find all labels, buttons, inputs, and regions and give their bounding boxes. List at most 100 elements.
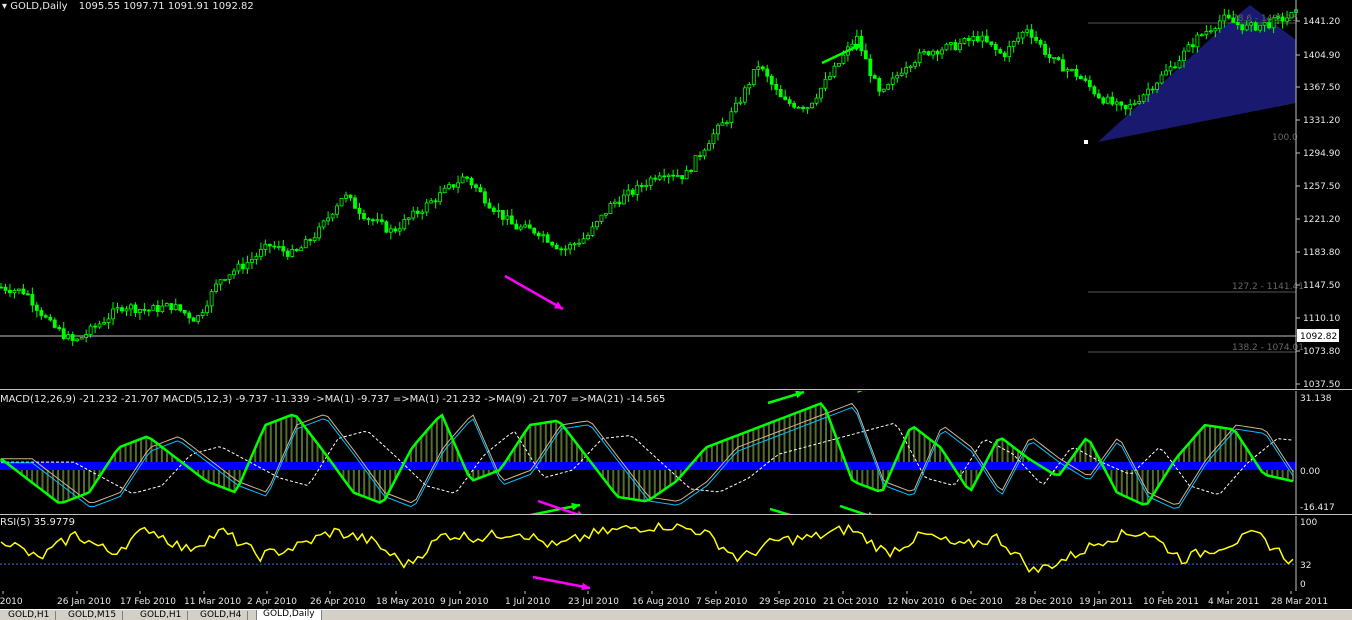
- candle-body: [344, 194, 348, 199]
- candle-body: [765, 68, 770, 77]
- candle-body: [52, 319, 57, 328]
- date-tick-label: 1 Jul 2010: [505, 597, 550, 607]
- date-tick-label: 10 Feb 2011: [1143, 597, 1199, 607]
- candle-body: [120, 307, 124, 312]
- candle-body: [935, 50, 940, 55]
- date-tick-label: 12 Nov 2010: [887, 597, 945, 607]
- candle-body: [178, 304, 183, 311]
- candle-body: [792, 103, 797, 108]
- pane-divider[interactable]: [0, 389, 1352, 390]
- candle-body: [1002, 52, 1007, 58]
- candle-body: [814, 97, 819, 104]
- candle-body: [747, 84, 752, 89]
- candle-body: [294, 249, 299, 252]
- macd-main-line: [0, 401, 1294, 506]
- candle-body: [1141, 94, 1146, 102]
- candle-body: [550, 241, 555, 246]
- candle-body: [111, 308, 115, 320]
- candle-body: [841, 54, 846, 64]
- candle-body: [689, 169, 693, 172]
- candle-body: [151, 305, 156, 311]
- candle-body: [438, 192, 443, 203]
- candle-body: [541, 234, 546, 237]
- date-tick-label: 28 Mar 2011: [1271, 597, 1328, 607]
- candle-body: [142, 308, 147, 311]
- date-tick-label: 26 Apr 2010: [310, 597, 366, 607]
- candle-body: [48, 316, 53, 321]
- candle-body: [66, 334, 71, 339]
- candle-body: [1155, 82, 1159, 90]
- candle-body: [863, 50, 868, 60]
- candle-body: [348, 194, 353, 199]
- candle-body: [276, 246, 281, 248]
- fib-anchor: [1084, 140, 1088, 144]
- candle-body: [138, 308, 142, 313]
- candle-body: [801, 106, 805, 110]
- candle-body: [272, 245, 277, 248]
- candle-body: [218, 279, 223, 285]
- candle-body: [39, 310, 44, 317]
- candle-body: [393, 228, 398, 232]
- candle-body: [881, 88, 886, 92]
- macd-tick-label: -16.417: [1300, 503, 1335, 513]
- candle-body: [509, 215, 514, 225]
- candle-body: [487, 202, 492, 209]
- candle-body: [944, 43, 949, 51]
- candle-body: [75, 338, 80, 341]
- candle-body: [1101, 97, 1106, 104]
- candle-body: [285, 250, 290, 257]
- candle-body: [890, 77, 895, 85]
- candle-body: [872, 75, 877, 79]
- candle-body: [931, 50, 935, 56]
- candle-body: [1164, 70, 1168, 76]
- price-tick-label: 1257.50: [1303, 182, 1340, 192]
- chart-header: ▾ GOLD,Daily 1095.55 1097.71 1091.91 109…: [2, 1, 254, 12]
- candle-body: [1087, 80, 1092, 88]
- candle-body: [702, 149, 707, 157]
- candle-body: [675, 175, 680, 177]
- dropdown-icon[interactable]: ▾: [2, 1, 7, 12]
- candle-body: [299, 247, 304, 252]
- candle-body: [411, 210, 416, 219]
- candle-body: [1168, 66, 1173, 72]
- candle-body: [267, 243, 272, 247]
- candle-body: [778, 89, 783, 98]
- candle-body: [312, 237, 317, 241]
- candle-body: [1110, 96, 1115, 105]
- price-tick-label: 1037.50: [1303, 380, 1340, 389]
- candle-body: [563, 248, 568, 251]
- candle-body: [962, 38, 967, 44]
- candle-body: [70, 334, 75, 341]
- candle-body: [1011, 40, 1016, 47]
- candle-body: [581, 238, 586, 244]
- macd-chart-svg: 31.138 0.00 -16.417: [0, 391, 1335, 514]
- arrow-down-magenta: [504, 274, 564, 311]
- candle-body: [980, 35, 985, 42]
- candle-body: [751, 69, 756, 85]
- candle-body: [1182, 50, 1186, 62]
- date-tick-label: 26 Jan 2010: [57, 597, 111, 607]
- candle-body: [949, 42, 953, 45]
- candle-body: [335, 205, 339, 215]
- candle-body: [505, 215, 510, 220]
- candle-body: [88, 325, 93, 335]
- rsi-pane[interactable]: 100 32 0 RSI(5) 35.9779: [0, 516, 1352, 591]
- candle-body: [1276, 16, 1280, 19]
- pane-divider[interactable]: [0, 514, 1352, 515]
- rsi-chart-svg: 100 32 0: [0, 516, 1317, 591]
- rsi-tick-label: 32: [1300, 561, 1311, 571]
- price-tick-label: 1073.80: [1303, 347, 1340, 357]
- candle-body: [303, 239, 308, 249]
- candle-body: [1132, 102, 1137, 105]
- candle-body: [1159, 74, 1164, 84]
- candle-body: [518, 226, 523, 230]
- candle-body: [1262, 22, 1267, 26]
- main-price-pane[interactable]: 78.6 - 1439.15 100.0 127.2 - 1141.41 138.2 …: [0, 0, 1352, 389]
- candle-body: [1222, 14, 1227, 22]
- candle-body: [738, 101, 743, 104]
- candle-body: [904, 67, 909, 74]
- macd-pane[interactable]: 31.138 0.00 -16.417 MACD(12,26,9) -21.232 …: [0, 391, 1352, 514]
- candle-body: [214, 283, 218, 292]
- candle-body: [1105, 96, 1110, 104]
- candle-body: [191, 317, 196, 322]
